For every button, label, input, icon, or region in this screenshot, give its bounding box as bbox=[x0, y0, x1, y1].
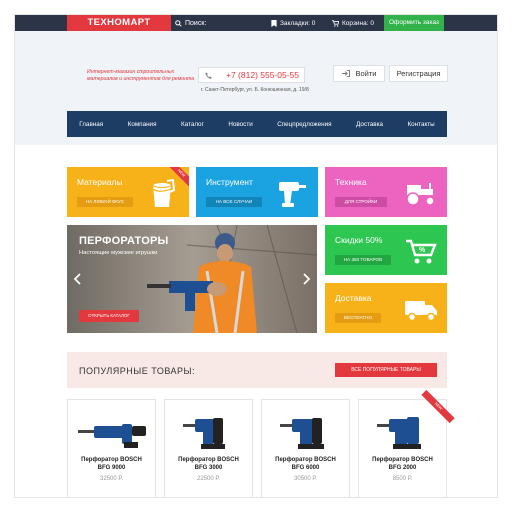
nav-item-contacts[interactable]: Контакты bbox=[408, 121, 435, 128]
product-price: 8500 Р. bbox=[392, 476, 413, 482]
bookmarks-link[interactable]: Закладки: 0 bbox=[271, 15, 315, 31]
truck-icon bbox=[405, 301, 437, 322]
cart-icon bbox=[332, 19, 339, 27]
chevron-left-icon[interactable] bbox=[73, 273, 81, 285]
product-card[interactable]: Перфоратор BOSCH BFG 6000 30500 Р. bbox=[261, 399, 350, 497]
tile-discounts-button[interactable]: НА 350 ТОВАРОВ bbox=[335, 255, 391, 265]
all-popular-button[interactable]: ВСЕ ПОПУЛЯРНЫЕ ТОВАРЫ bbox=[335, 363, 437, 377]
top-bar: ТЕХНОМАРТ Поиск: Закладки: 0 Корзина: 0 … bbox=[15, 15, 497, 31]
tile-materials-button[interactable]: НА ЛЮБОЙ ВКУС bbox=[77, 197, 133, 207]
logo[interactable]: ТЕХНОМАРТ bbox=[67, 15, 171, 31]
phone-icon bbox=[205, 71, 212, 79]
tile-discounts-title: Скидки 50% bbox=[335, 235, 383, 245]
product-price: 22500 Р. bbox=[197, 476, 220, 482]
product-card[interactable]: Перфоратор BOSCH BFG 9000 32500 Р. bbox=[67, 399, 156, 497]
login-icon bbox=[341, 70, 350, 77]
popular-title: ПОПУЛЯРНЫЕ ТОВАРЫ: bbox=[79, 366, 196, 376]
search-icon bbox=[175, 19, 182, 27]
search-field[interactable]: Поиск: bbox=[175, 15, 206, 31]
main-nav: Главная Компания Каталог Новости Спецпре… bbox=[67, 111, 447, 137]
bookmarks-label: Закладки: 0 bbox=[280, 19, 316, 27]
tile-materials[interactable]: Материалы НА ЛЮБОЙ ВКУС NEW bbox=[67, 167, 189, 217]
rotary-hammer-image bbox=[78, 424, 146, 448]
paint-bucket-icon bbox=[152, 179, 176, 207]
popular-section-header: ПОПУЛЯРНЫЕ ТОВАРЫ: ВСЕ ПОПУЛЯРНЫЕ ТОВАРЫ bbox=[67, 352, 447, 388]
hero-title: ПЕРФОРАТОРЫ bbox=[79, 235, 169, 247]
product-price: 32500 Р. bbox=[100, 476, 123, 482]
cart-percent-icon: % bbox=[406, 239, 437, 264]
header: Интернет-магазин строительных материалов… bbox=[15, 31, 497, 145]
open-catalog-button[interactable]: ОТКРЫТЬ КАТАЛОГ bbox=[79, 310, 139, 322]
rotary-hammer-image bbox=[183, 418, 225, 449]
register-button[interactable]: Регистрация bbox=[389, 65, 448, 82]
chevron-right-icon[interactable] bbox=[303, 273, 311, 285]
rotary-hammer-image bbox=[377, 417, 421, 449]
login-label: Войти bbox=[355, 69, 377, 78]
product-name: Перфоратор BOSCH BFG 2000 bbox=[372, 457, 433, 471]
hero-slider[interactable]: ПЕРФОРАТОРЫ Настоящие мужские игрушки ОТ… bbox=[67, 225, 317, 333]
product-name: Перфоратор BOSCH BFG 6000 bbox=[275, 457, 336, 471]
tile-delivery-title: Доставка bbox=[335, 293, 372, 303]
nav-item-offers[interactable]: Спецпредложения bbox=[277, 121, 331, 128]
product-card[interactable]: Перфоратор BOSCH BFG 3000 22500 Р. bbox=[164, 399, 253, 497]
product-price: 30500 Р. bbox=[294, 476, 317, 482]
tile-tools[interactable]: Инструмент НА ВСЕ СЛУЧАИ bbox=[196, 167, 318, 217]
tile-delivery[interactable]: Доставка БЕСПЛАТНО bbox=[325, 283, 447, 333]
phone-number: +7 (812) 555-05-55 bbox=[226, 70, 300, 80]
tile-delivery-button[interactable]: БЕСПЛАТНО bbox=[335, 313, 381, 323]
nav-item-catalog[interactable]: Каталог bbox=[181, 121, 204, 128]
cart-link[interactable]: Корзина: 0 bbox=[332, 15, 374, 31]
hero-subtitle: Настоящие мужские игрушки bbox=[79, 250, 158, 256]
tile-tools-title: Инструмент bbox=[206, 177, 253, 187]
tile-discounts[interactable]: Скидки 50% НА 350 ТОВАРОВ % bbox=[325, 225, 447, 275]
product-name: Перфоратор BOSCH BFG 3000 bbox=[178, 457, 239, 471]
tile-tools-button[interactable]: НА ВСЕ СЛУЧАИ bbox=[206, 197, 262, 207]
nav-item-home[interactable]: Главная bbox=[79, 121, 103, 128]
tile-tech[interactable]: Техника ДЛЯ СТРОЙКИ bbox=[325, 167, 447, 217]
rotary-hammer-image bbox=[280, 418, 324, 449]
nav-item-company[interactable]: Компания bbox=[128, 121, 157, 128]
order-button[interactable]: Оформить заказ bbox=[384, 15, 444, 31]
tile-tech-title: Техника bbox=[335, 177, 367, 187]
tractor-icon bbox=[406, 183, 435, 206]
drill-icon bbox=[279, 182, 306, 207]
nav-item-news[interactable]: Новости bbox=[228, 121, 252, 128]
product-name: Перфоратор BOSCH BFG 9000 bbox=[81, 457, 142, 471]
phone-box[interactable]: +7 (812) 555-05-55 bbox=[198, 67, 305, 83]
search-label: Поиск: bbox=[185, 19, 207, 27]
login-button[interactable]: Войти bbox=[333, 65, 385, 82]
tile-tech-button[interactable]: ДЛЯ СТРОЙКИ bbox=[335, 197, 387, 207]
svg-text:%: % bbox=[419, 247, 426, 254]
tile-materials-title: Материалы bbox=[77, 177, 123, 187]
cart-label: Корзина: 0 bbox=[342, 19, 374, 27]
page-frame: ТЕХНОМАРТ Поиск: Закладки: 0 Корзина: 0 … bbox=[14, 14, 498, 498]
nav-item-delivery[interactable]: Доставка bbox=[356, 121, 383, 128]
bookmark-icon bbox=[271, 19, 277, 27]
tagline: Интернет-магазин строительных материалов… bbox=[87, 69, 195, 82]
address: г. Санкт-Петербург, ул. Б. Конюшенная, д… bbox=[201, 87, 309, 93]
product-card[interactable]: NEW Перфоратор BOSCH BFG 2000 8500 Р. bbox=[358, 389, 455, 497]
